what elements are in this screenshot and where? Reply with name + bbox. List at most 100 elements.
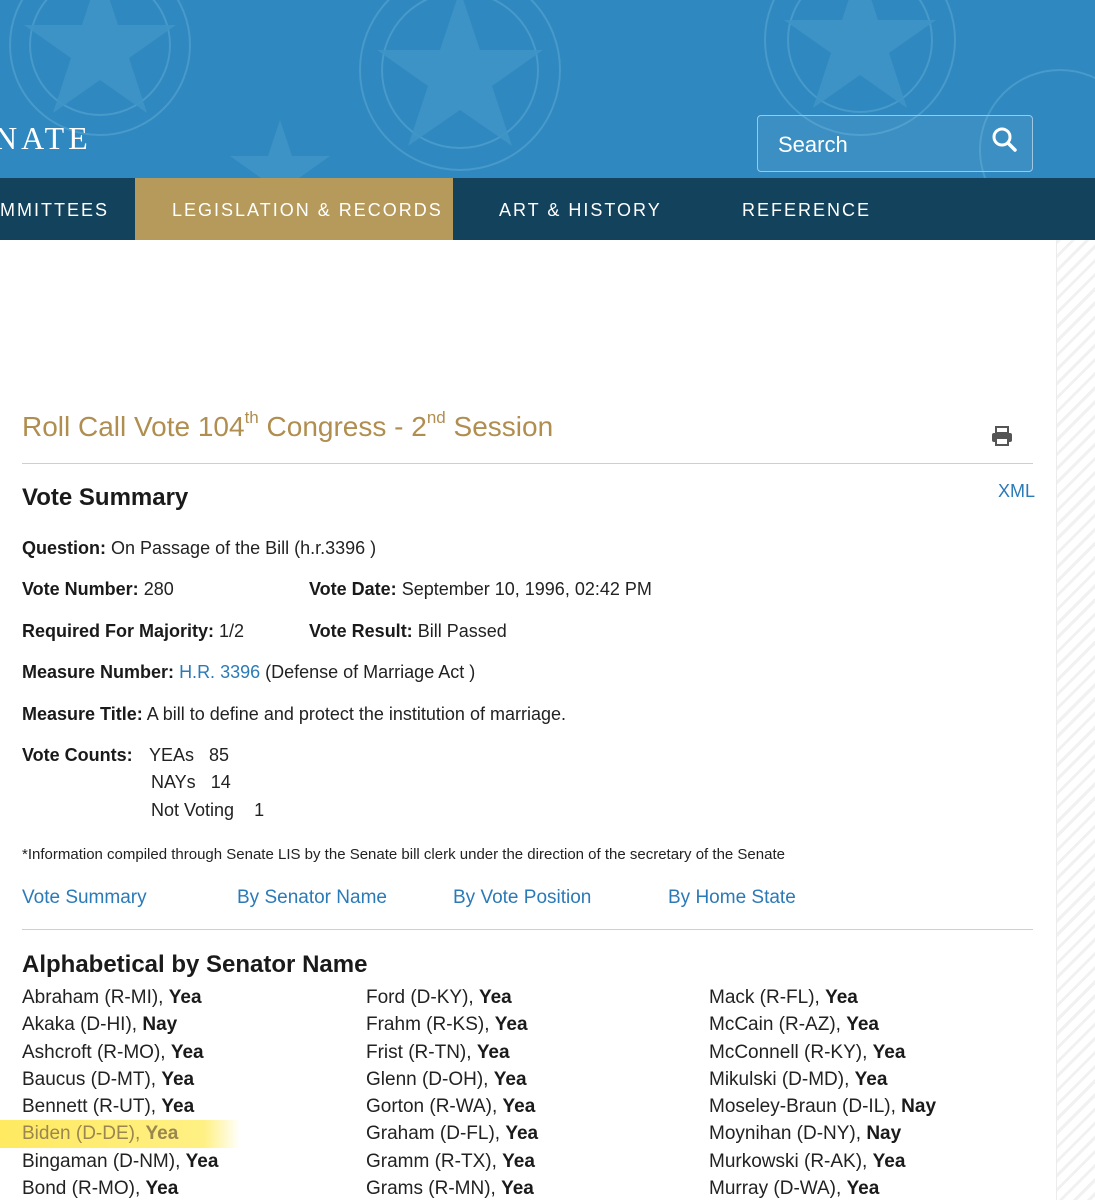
vote-date-row: Vote Date: September 10, 1996, 02:42 PM bbox=[309, 579, 652, 599]
senator-row: Moseley-Braun (D-IL), Nay bbox=[709, 1093, 1039, 1120]
tab-by-senator-name[interactable]: By Senator Name bbox=[237, 887, 387, 909]
not-voting-count: Not Voting 1 bbox=[151, 800, 265, 820]
senator-vote-position: Yea bbox=[872, 1041, 906, 1063]
senator-name: Abraham (R-MI), bbox=[22, 987, 169, 1008]
search-box[interactable]: Search bbox=[757, 115, 1033, 172]
senator-row: Frahm (R-KS), Yea bbox=[366, 1011, 696, 1038]
tabs-divider bbox=[22, 929, 1033, 930]
measure-number-link[interactable]: H.R. 3396 bbox=[179, 662, 260, 682]
senator-row: Mikulski (D-MD), Yea bbox=[709, 1066, 1039, 1093]
senator-name: Gramm (R-TX), bbox=[366, 1150, 503, 1172]
senator-row: Ford (D-KY), Yea bbox=[366, 984, 696, 1011]
senator-row: Bingaman (D-NM), Yea bbox=[22, 1148, 352, 1175]
senator-vote-position: Yea bbox=[494, 1014, 528, 1036]
senator-name: Biden (D-DE), bbox=[22, 1123, 146, 1145]
question-row: Question: On Passage of the Bill (h.r.33… bbox=[22, 538, 377, 558]
senator-row: Bennett (R-UT), Yea bbox=[22, 1093, 352, 1120]
tab-vote-summary[interactable]: Vote Summary bbox=[22, 887, 147, 909]
senator-row: Ashcroft (R-MO), Yea bbox=[22, 1039, 352, 1066]
senator-vote-position: Nay bbox=[142, 1014, 178, 1036]
senator-name: Glenn (D-OH), bbox=[366, 1068, 494, 1090]
senators-heading: Alphabetical by Senator Name bbox=[22, 951, 368, 978]
page-title: Roll Call Vote 104th Congress - 2nd Sess… bbox=[22, 408, 554, 442]
print-icon[interactable] bbox=[990, 425, 1014, 447]
senator-vote-position: Yea bbox=[505, 1123, 539, 1145]
senator-row: Moynihan (D-NY), Nay bbox=[709, 1120, 1039, 1147]
senator-name: Mikulski (D-MD), bbox=[709, 1068, 855, 1090]
majority-row: Required For Majority: 1/2 bbox=[22, 621, 245, 641]
vote-counts-label: Vote Counts: bbox=[22, 745, 133, 765]
senator-row: Glenn (D-OH), Yea bbox=[366, 1066, 696, 1093]
nays-count: NAYs 14 bbox=[151, 772, 231, 792]
nav-art-history[interactable]: ART & HISTORY bbox=[499, 178, 662, 240]
senator-vote-position: Yea bbox=[846, 1014, 879, 1036]
senator-vote-position: Yea bbox=[493, 1068, 527, 1090]
senator-row: Mack (R-FL), Yea bbox=[709, 984, 1039, 1011]
senator-row: Abraham (R-MI), Yea bbox=[22, 984, 352, 1011]
senator-column-3: Mack (R-FL), Yea McCain (R-AZ), Yea McConn… bbox=[709, 984, 1039, 1200]
senator-name: Mack (R-FL), bbox=[709, 987, 826, 1008]
senator-vote-position: Yea bbox=[501, 1178, 534, 1200]
senator-row: Biden (D-DE), Yea bbox=[0, 1120, 240, 1148]
senator-name: McConnell (R-KY), bbox=[709, 1041, 873, 1063]
tab-by-home-state[interactable]: By Home State bbox=[668, 887, 796, 909]
senator-row: Bond (R-MO), Yea bbox=[22, 1175, 352, 1200]
senator-vote-position: Yea bbox=[846, 1178, 880, 1200]
senator-row: Grams (R-MN), Yea bbox=[366, 1175, 696, 1200]
senator-name: Frahm (R-KS), bbox=[366, 1014, 495, 1036]
senator-column-2: Ford (D-KY), Yea Frahm (R-KS), Yea Frist (… bbox=[366, 984, 696, 1200]
senator-vote-position: Yea bbox=[161, 1096, 195, 1118]
vote-result-row: Vote Result: Bill Passed bbox=[309, 621, 507, 641]
senator-name: Frist (R-TN), bbox=[366, 1041, 477, 1063]
senator-name: Moynihan (D-NY), bbox=[709, 1123, 867, 1145]
senator-row: Frist (R-TN), Yea bbox=[366, 1039, 696, 1066]
senator-vote-position: Yea bbox=[854, 1068, 888, 1090]
yeas-count: YEAs 85 bbox=[149, 745, 230, 765]
senator-name: Bond (R-MO), bbox=[22, 1178, 146, 1200]
senator-vote-position: Yea bbox=[825, 987, 858, 1008]
senator-vote-position: Yea bbox=[478, 987, 512, 1008]
xml-link[interactable]: XML bbox=[998, 481, 1035, 502]
nav-committees[interactable]: MMITTEES bbox=[0, 178, 135, 240]
senator-vote-position: Yea bbox=[502, 1096, 536, 1118]
senator-name: Bennett (R-UT), bbox=[22, 1096, 162, 1118]
senator-row: Gorton (R-WA), Yea bbox=[366, 1093, 696, 1120]
nav-legislation-records[interactable]: LEGISLATION & RECORDS bbox=[135, 178, 453, 240]
senator-name: Graham (D-FL), bbox=[366, 1123, 506, 1145]
measure-number-row: Measure Number: H.R. 3396 (Defense of Ma… bbox=[22, 662, 476, 682]
senator-vote-position: Yea bbox=[145, 1123, 179, 1145]
senator-vote-position: Yea bbox=[170, 1041, 204, 1063]
senator-row: Baucus (D-MT), Yea bbox=[22, 1066, 352, 1093]
senator-row: Akaka (D-HI), Nay bbox=[22, 1011, 352, 1038]
main-nav: MMITTEES LEGISLATION & RECORDS ART & HIS… bbox=[0, 178, 1095, 240]
senator-name: Ashcroft (R-MO), bbox=[22, 1041, 171, 1063]
senator-vote-position: Yea bbox=[476, 1041, 510, 1063]
senator-vote-position: Yea bbox=[185, 1150, 219, 1172]
senator-vote-position: Nay bbox=[901, 1096, 937, 1118]
senator-vote-position: Nay bbox=[866, 1123, 902, 1145]
site-brand[interactable]: NATE bbox=[0, 120, 92, 157]
senator-column-1: Abraham (R-MI), Yea Akaka (D-HI), Nay Ashc… bbox=[0, 984, 352, 1200]
senator-row: McConnell (R-KY), Yea bbox=[709, 1039, 1039, 1066]
senator-name: Bingaman (D-NM), bbox=[22, 1150, 186, 1172]
senator-row: McCain (R-AZ), Yea bbox=[709, 1011, 1039, 1038]
senator-name: Murkowski (R-AK), bbox=[709, 1150, 873, 1172]
senator-name: Ford (D-KY), bbox=[366, 987, 479, 1008]
senator-name: Baucus (D-MT), bbox=[22, 1068, 162, 1090]
vote-summary-heading: Vote Summary bbox=[22, 484, 189, 511]
senator-row: Gramm (R-TX), Yea bbox=[366, 1148, 696, 1175]
senator-vote-position: Yea bbox=[502, 1150, 535, 1172]
decorative-side-hatch bbox=[1056, 240, 1095, 1200]
tab-by-vote-position[interactable]: By Vote Position bbox=[453, 887, 591, 909]
senator-vote-position: Yea bbox=[161, 1068, 195, 1090]
senator-vote-position: Yea bbox=[872, 1150, 906, 1172]
title-divider bbox=[22, 463, 1033, 464]
senator-name: Murray (D-WA), bbox=[709, 1178, 847, 1200]
search-icon[interactable] bbox=[990, 124, 1020, 158]
nav-reference[interactable]: REFERENCE bbox=[742, 178, 871, 240]
senator-name: McCain (R-AZ), bbox=[709, 1014, 847, 1036]
senator-row: Murray (D-WA), Yea bbox=[709, 1175, 1039, 1200]
search-input[interactable]: Search bbox=[778, 132, 848, 158]
header-banner: NATE Search bbox=[0, 0, 1095, 178]
senator-vote-position: Yea bbox=[145, 1178, 179, 1200]
